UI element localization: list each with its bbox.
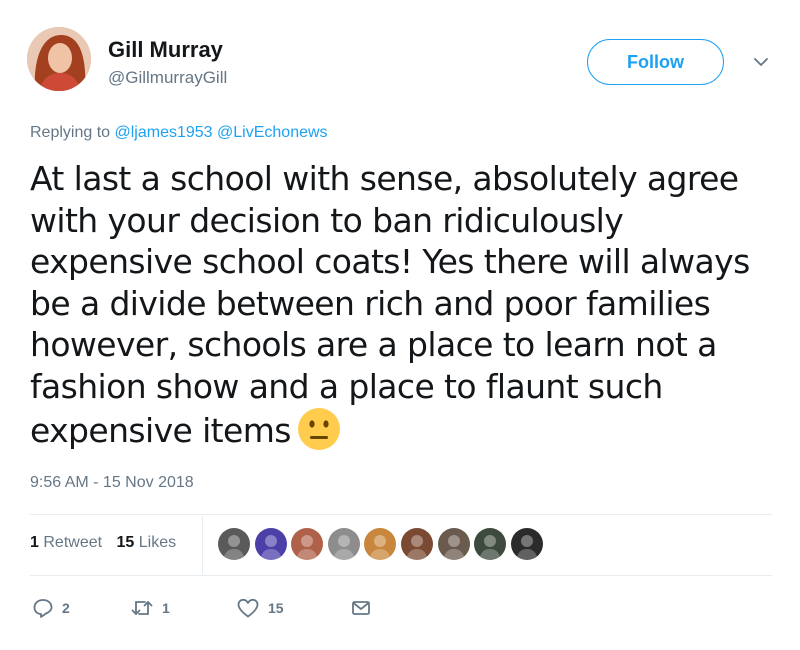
mention-link[interactable]: @LivEchonews [217, 124, 328, 141]
retweets-stat[interactable]: 1 Retweet [30, 534, 102, 552]
follow-button[interactable]: Follow [587, 39, 724, 85]
tweet-body: At last a school with sense, absolutely … [30, 159, 750, 450]
tweet-actions: 2 1 15 [32, 597, 372, 619]
divider [30, 514, 772, 515]
reply-icon [33, 599, 53, 618]
liker-avatar[interactable] [327, 528, 360, 560]
mention-link[interactable]: @ljames1953 [115, 124, 213, 141]
retweet-icon [131, 601, 153, 615]
tweet-timestamp[interactable]: 9:56 AM - 15 Nov 2018 [30, 474, 194, 492]
liker-avatar[interactable] [510, 528, 543, 560]
display-name[interactable]: Gill Murray [108, 37, 223, 63]
reply-button[interactable]: 2 [32, 597, 130, 619]
user-avatar-photo-icon [27, 27, 91, 91]
tweet-stats: 1 Retweet 15 Likes [30, 534, 186, 552]
replying-to-line: Replying to @ljames1953 @LivEchonews [30, 124, 328, 142]
tweet-text: At last a school with sense, absolutely … [30, 158, 770, 452]
divider [30, 575, 772, 576]
likes-stat[interactable]: 15 Likes [117, 534, 177, 552]
liker-avatars [218, 528, 547, 560]
liker-avatar[interactable] [400, 528, 433, 560]
avatar[interactable] [27, 27, 91, 91]
likes-label: Likes [138, 534, 177, 551]
likes-count: 15 [116, 534, 135, 551]
stats-separator [202, 516, 203, 574]
like-button[interactable]: 15 [236, 597, 350, 619]
like-count: 15 [268, 600, 284, 616]
chevron-down-icon[interactable] [750, 55, 772, 69]
heart-icon [237, 598, 259, 618]
liker-avatar[interactable] [291, 528, 324, 560]
neutral-face-emoji-icon [297, 408, 340, 450]
reply-count: 2 [62, 600, 70, 616]
replying-to-label: Replying to [30, 124, 111, 141]
retweets-count: 1 [30, 534, 39, 551]
liker-avatar[interactable] [254, 528, 287, 560]
liker-avatar[interactable] [218, 528, 250, 560]
retweet-count: 1 [162, 600, 170, 616]
liker-avatar[interactable] [364, 528, 397, 560]
direct-message-button[interactable] [350, 597, 372, 619]
user-handle[interactable]: @GillmurrayGill [108, 68, 227, 88]
envelope-icon [352, 601, 370, 615]
liker-avatar[interactable] [474, 528, 507, 560]
liker-avatar[interactable] [437, 528, 470, 560]
retweet-button[interactable]: 1 [130, 597, 236, 619]
retweets-label: Retweet [43, 534, 103, 551]
